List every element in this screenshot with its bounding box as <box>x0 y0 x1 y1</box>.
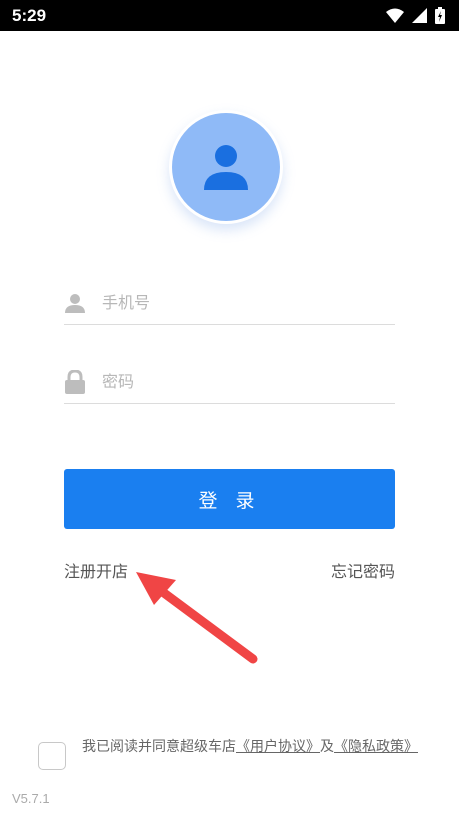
signal-icon <box>412 8 427 23</box>
version-label: V5.7.1 <box>12 791 50 806</box>
lock-icon <box>64 369 86 394</box>
password-field <box>64 360 395 404</box>
user-icon <box>64 292 86 314</box>
phone-field <box>64 281 395 325</box>
agreement-text: 我已阅读并同意超级车店《用户协议》及《隐私政策》 <box>82 738 427 757</box>
phone-input[interactable] <box>102 293 395 312</box>
login-screen: 5:29 手机号 登 录 注册开店 忘记密码 我已阅读并同意超级车店《用户协议》… <box>0 0 459 816</box>
status-time: 5:29 <box>12 5 47 25</box>
forgot-password-link[interactable]: 忘记密码 <box>331 558 395 582</box>
status-bar: 5:29 <box>0 0 459 31</box>
user-icon <box>204 145 248 190</box>
password-input[interactable] <box>102 372 395 391</box>
status-icons <box>386 7 445 24</box>
privacy-policy-link[interactable]: 《隐私政策》 <box>334 739 418 755</box>
agreement-prefix: 我已阅读并同意超级车店 <box>82 739 236 755</box>
register-link[interactable]: 注册开店 <box>64 558 128 582</box>
avatar-circle <box>172 113 280 221</box>
agreement-checkbox[interactable] <box>38 742 66 770</box>
avatar <box>169 110 283 224</box>
battery-icon <box>435 7 445 24</box>
agreement-connector: 及 <box>320 739 334 755</box>
wifi-icon <box>386 8 404 23</box>
login-button[interactable]: 登 录 <box>64 469 395 529</box>
user-agreement-link[interactable]: 《用户协议》 <box>236 739 320 755</box>
